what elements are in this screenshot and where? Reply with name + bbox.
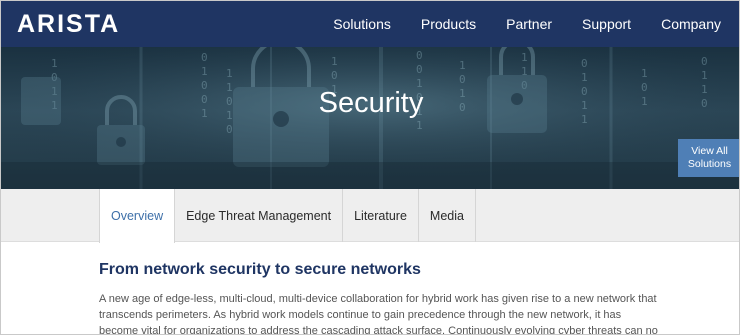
svg-text:1: 1 — [201, 65, 208, 78]
svg-text:0: 0 — [226, 123, 233, 136]
section-paragraph: A new age of edge-less, multi-cloud, mul… — [99, 293, 658, 335]
svg-text:0: 0 — [331, 69, 338, 82]
tab-literature[interactable]: Literature — [343, 189, 419, 242]
svg-text:0: 0 — [701, 55, 708, 68]
arista-logo[interactable]: ARISTA — [17, 10, 120, 39]
svg-text:1: 1 — [521, 51, 528, 64]
svg-text:0: 0 — [581, 57, 588, 70]
svg-text:1: 1 — [459, 59, 466, 72]
hero-banner: 1011 01001 11010 101 001011 1010 110 010… — [1, 47, 739, 189]
tab-overview[interactable]: Overview — [99, 189, 176, 243]
main-nav: Solutions Products Partner Support Compa… — [303, 1, 721, 47]
site-header: ARISTA Solutions Products Partner Suppor… — [1, 1, 739, 47]
svg-text:0: 0 — [416, 49, 423, 62]
svg-text:1: 1 — [701, 69, 708, 82]
view-all-label-line2: Solutions — [687, 158, 732, 170]
svg-text:1: 1 — [641, 67, 648, 80]
svg-text:0: 0 — [459, 73, 466, 86]
page-frame: ARISTA Solutions Products Partner Suppor… — [0, 0, 740, 335]
tab-bar: Overview Edge Threat Management Literatu… — [1, 189, 739, 243]
nav-partner[interactable]: Partner — [506, 16, 552, 32]
svg-text:1: 1 — [331, 55, 338, 68]
svg-text:1: 1 — [416, 119, 423, 132]
svg-text:0: 0 — [201, 51, 208, 64]
view-all-label-line1: View All — [691, 145, 728, 157]
tab-list: Overview Edge Threat Management Literatu… — [99, 189, 476, 243]
hero-title: Security — [318, 87, 424, 119]
main-content: From network security to secure networks… — [99, 261, 659, 335]
svg-text:1: 1 — [51, 57, 58, 70]
tab-media[interactable]: Media — [419, 189, 476, 242]
svg-text:0: 0 — [416, 63, 423, 76]
section-heading: From network security to secure networks — [99, 261, 421, 278]
tab-edge-threat-management[interactable]: Edge Threat Management — [175, 189, 344, 242]
nav-support[interactable]: Support — [582, 16, 631, 32]
nav-products[interactable]: Products — [421, 16, 476, 32]
nav-company[interactable]: Company — [661, 16, 721, 32]
view-all-solutions-button[interactable]: View All Solutions — [678, 139, 739, 177]
svg-text:1: 1 — [581, 71, 588, 84]
nav-solutions[interactable]: Solutions — [333, 16, 391, 32]
svg-text:1: 1 — [226, 67, 233, 80]
